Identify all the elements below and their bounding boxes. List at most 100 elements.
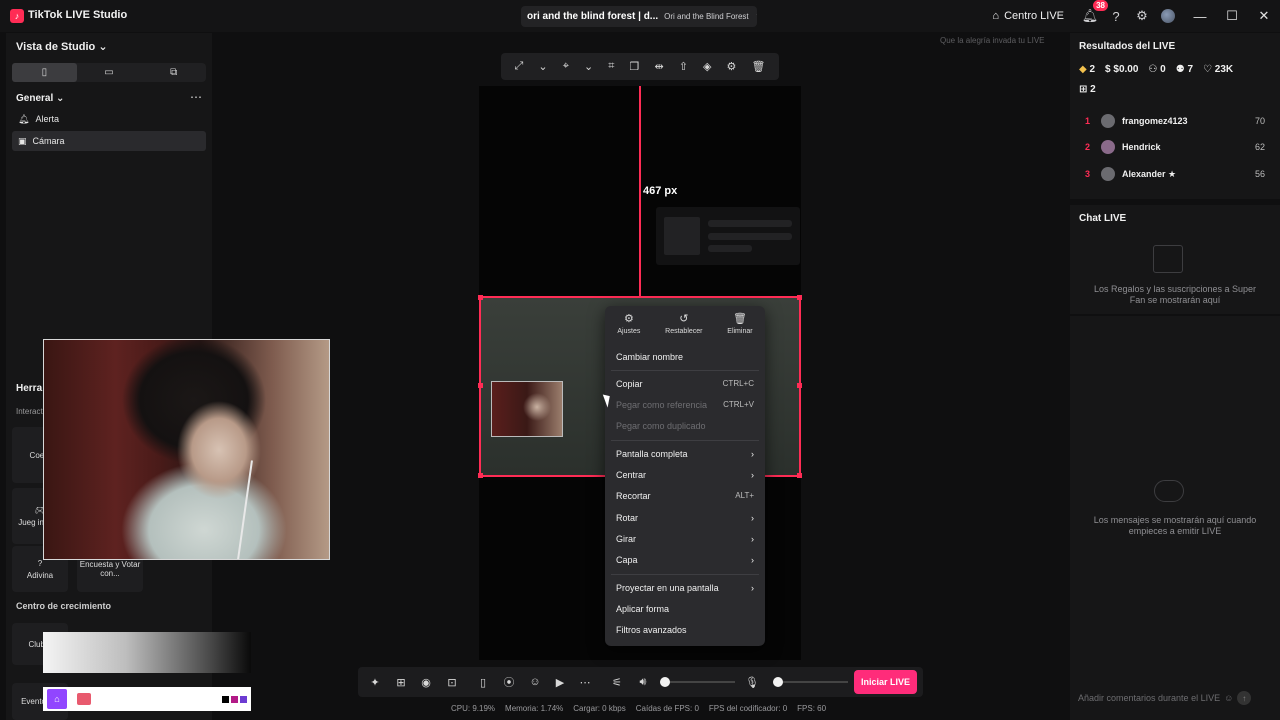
menu-item-rotate[interactable]: Rotar › bbox=[616, 513, 754, 523]
speaker-icon[interactable]: 🔊︎ bbox=[635, 674, 651, 690]
bring-front-icon[interactable]: ⇧ bbox=[679, 60, 688, 73]
resize-handle[interactable] bbox=[797, 295, 802, 300]
chevron-down-icon[interactable]: ⌄ bbox=[538, 60, 547, 73]
rank-name: frangomez4123 bbox=[1122, 116, 1188, 126]
action-label: Restablecer bbox=[665, 328, 703, 335]
chevron-down-icon[interactable]: ⌄ bbox=[584, 60, 593, 73]
add-source-icon[interactable]: ⊞ bbox=[393, 674, 409, 690]
context-menu: ⚙ Ajustes ↺ Restablecer 🗑︎ Eliminar Cambiar… bbox=[605, 306, 765, 646]
magic-wand-icon[interactable]: ✦ bbox=[367, 674, 383, 690]
help-icon[interactable]: ? bbox=[1106, 6, 1126, 26]
tools-heading: Herra bbox=[16, 383, 43, 394]
ranking-row[interactable]: 3 Alexander ★ 56 bbox=[1085, 164, 1265, 184]
speaker-volume-slider[interactable] bbox=[660, 681, 735, 683]
studio-view-dropdown[interactable]: Vista de Studio ⌄ bbox=[16, 40, 108, 53]
mic-volume-slider[interactable] bbox=[773, 681, 848, 683]
mic-volume-knob[interactable] bbox=[773, 677, 783, 687]
centro-live-label: Centro LIVE bbox=[1004, 10, 1064, 22]
centro-live-button[interactable]: ⌂ Centro LIVE bbox=[992, 10, 1064, 22]
tiktok-logo-icon: ♪ bbox=[10, 9, 24, 23]
results-stats: ◆ 2 $ $0.00 ⚇ 0 ⚉ 7 ♡ 23K bbox=[1079, 64, 1233, 75]
notifications-icon[interactable]: 🔔︎ 38 bbox=[1080, 0, 1108, 26]
coin-icon: $ bbox=[1105, 64, 1111, 75]
add-user-icon: ⚉ bbox=[1175, 64, 1185, 75]
phone-icon[interactable]: ▯ bbox=[475, 674, 491, 690]
canvas-toolbar: ⤢ ⌄ ⌖ ⌄ ⌗ ❐ ⇹ ⇧ ◈ ⚙ 🗑︎ bbox=[501, 53, 779, 80]
orientation-switcher: ▯ ▭ ⧉ bbox=[12, 63, 206, 82]
viewers-stat: ⚇ 0 bbox=[1148, 64, 1165, 75]
ranking-row[interactable]: 1 frangomez4123 70 bbox=[1085, 111, 1265, 131]
camera-icon[interactable]: ◉ bbox=[418, 674, 434, 690]
share-icon[interactable]: ⇪ bbox=[755, 10, 757, 23]
gifts-stat: ⊞ 2 bbox=[1079, 84, 1096, 95]
menu-item-layer[interactable]: Capa › bbox=[616, 555, 754, 565]
question-icon: ? bbox=[37, 558, 43, 568]
microphone-icon[interactable]: 🎙︎ bbox=[744, 674, 760, 690]
profile-avatar[interactable] bbox=[1158, 6, 1178, 26]
minimize-button[interactable]: — bbox=[1184, 6, 1216, 26]
resize-handle[interactable] bbox=[478, 383, 483, 388]
menu-item-advanced-filters[interactable]: Filtros avanzados bbox=[616, 625, 754, 635]
record-icon[interactable]: ⦿ bbox=[501, 674, 517, 690]
eliminar-button[interactable]: 🗑︎ Eliminar bbox=[727, 312, 752, 340]
menu-item-project[interactable]: Proyectar en una pantalla › bbox=[616, 583, 754, 593]
resize-icon[interactable]: ⤢ bbox=[515, 60, 524, 73]
layers-icon[interactable]: ◈ bbox=[703, 60, 711, 73]
crop-icon[interactable]: ⌗ bbox=[608, 60, 614, 73]
restablecer-button[interactable]: ↺ Restablecer bbox=[665, 312, 702, 340]
ranking-row[interactable]: 2 Hendrick 62 bbox=[1085, 137, 1265, 157]
screen-capture-icon[interactable]: ⊡ bbox=[444, 674, 460, 690]
dual-layout-button[interactable]: ⧉ bbox=[141, 63, 206, 82]
title-bar: ♪ TikTok LIVE Studio ori and the blind f… bbox=[0, 0, 1280, 32]
send-icon[interactable]: ↑ bbox=[1237, 691, 1252, 705]
general-label: General bbox=[16, 93, 54, 104]
landscape-button[interactable]: ▭ bbox=[77, 63, 142, 82]
resize-handle[interactable] bbox=[797, 473, 802, 478]
emoji-icon[interactable]: ☺ bbox=[1224, 693, 1233, 703]
avatar bbox=[1101, 167, 1115, 181]
right-panel: Resultados del LIVE ◆ 2 $ $0.00 ⚇ 0 ⚉ 7 … bbox=[1070, 33, 1280, 720]
resize-handle[interactable] bbox=[478, 473, 483, 478]
menu-item-crop[interactable]: Recortar ALT+ bbox=[616, 491, 754, 501]
ajustes-button[interactable]: ⚙ Ajustes bbox=[617, 312, 640, 340]
copy-icon[interactable]: ❐ bbox=[630, 60, 640, 73]
go-live-button[interactable]: Iniciar LIVE bbox=[854, 670, 917, 694]
gear-icon[interactable]: ⚙ bbox=[1132, 6, 1152, 26]
menu-item-paste-duplicate[interactable]: Pegar como duplicado bbox=[616, 421, 754, 431]
crosshair-icon[interactable]: ⌖ bbox=[563, 60, 569, 73]
trash-icon[interactable]: 🗑︎ bbox=[751, 60, 765, 73]
menu-item-fullscreen[interactable]: Pantalla completa › bbox=[616, 449, 754, 459]
maximize-button[interactable]: ☐ bbox=[1216, 6, 1248, 26]
cpu-stat: CPU: 9.19% bbox=[451, 704, 496, 713]
menu-item-flip[interactable]: Girar › bbox=[616, 534, 754, 544]
source-item-alerta[interactable]: 🔔︎ Alerta bbox=[12, 109, 206, 129]
game-selector[interactable]: ori and the blind forest | d... Ori and … bbox=[521, 6, 757, 27]
menu-item-center[interactable]: Centrar › bbox=[616, 470, 754, 480]
camera-icon: ▣ bbox=[18, 135, 27, 146]
source-item-camara[interactable]: ▣ Cámara bbox=[12, 131, 206, 151]
effects-icon[interactable]: ☺ bbox=[527, 674, 543, 690]
resize-handle[interactable] bbox=[478, 295, 483, 300]
speaker-volume-knob[interactable] bbox=[660, 677, 670, 687]
portrait-button[interactable]: ▯ bbox=[12, 63, 77, 82]
followers-value: 7 bbox=[1187, 64, 1194, 75]
alignment-guide bbox=[639, 86, 641, 296]
settings-icon[interactable]: ⚙ bbox=[727, 60, 737, 73]
general-scene-dropdown[interactable]: General ⌄ bbox=[16, 93, 64, 104]
chat-input[interactable]: Añadir comentarios durante el LIVE ☺ ↑ bbox=[1078, 688, 1273, 708]
menu-item-paste-reference[interactable]: Pegar como referencia CTRL+V bbox=[616, 400, 754, 410]
menu-item-apply-shape[interactable]: Aplicar forma bbox=[616, 604, 754, 614]
close-button[interactable]: ✕ bbox=[1248, 6, 1280, 26]
hint-text: Que la alegría invada tu LIVE bbox=[940, 36, 1045, 45]
menu-item-copy[interactable]: Copiar CTRL+C bbox=[616, 379, 754, 389]
mixer-icon[interactable]: ⚟ bbox=[609, 674, 625, 690]
gift-icon: ⊞ bbox=[1079, 84, 1088, 95]
more-options-icon[interactable]: ⋯ bbox=[190, 90, 202, 104]
menu-item-rename[interactable]: Cambiar nombre bbox=[616, 352, 754, 362]
resize-handle[interactable] bbox=[797, 383, 802, 388]
studio-view-label: Vista de Studio bbox=[16, 41, 96, 53]
more-icon[interactable]: ⋯ bbox=[577, 674, 593, 690]
flip-icon[interactable]: ⇹ bbox=[654, 60, 663, 73]
video-icon[interactable]: ▶ bbox=[552, 674, 568, 690]
growth-heading: Centro de crecimiento bbox=[16, 601, 112, 611]
